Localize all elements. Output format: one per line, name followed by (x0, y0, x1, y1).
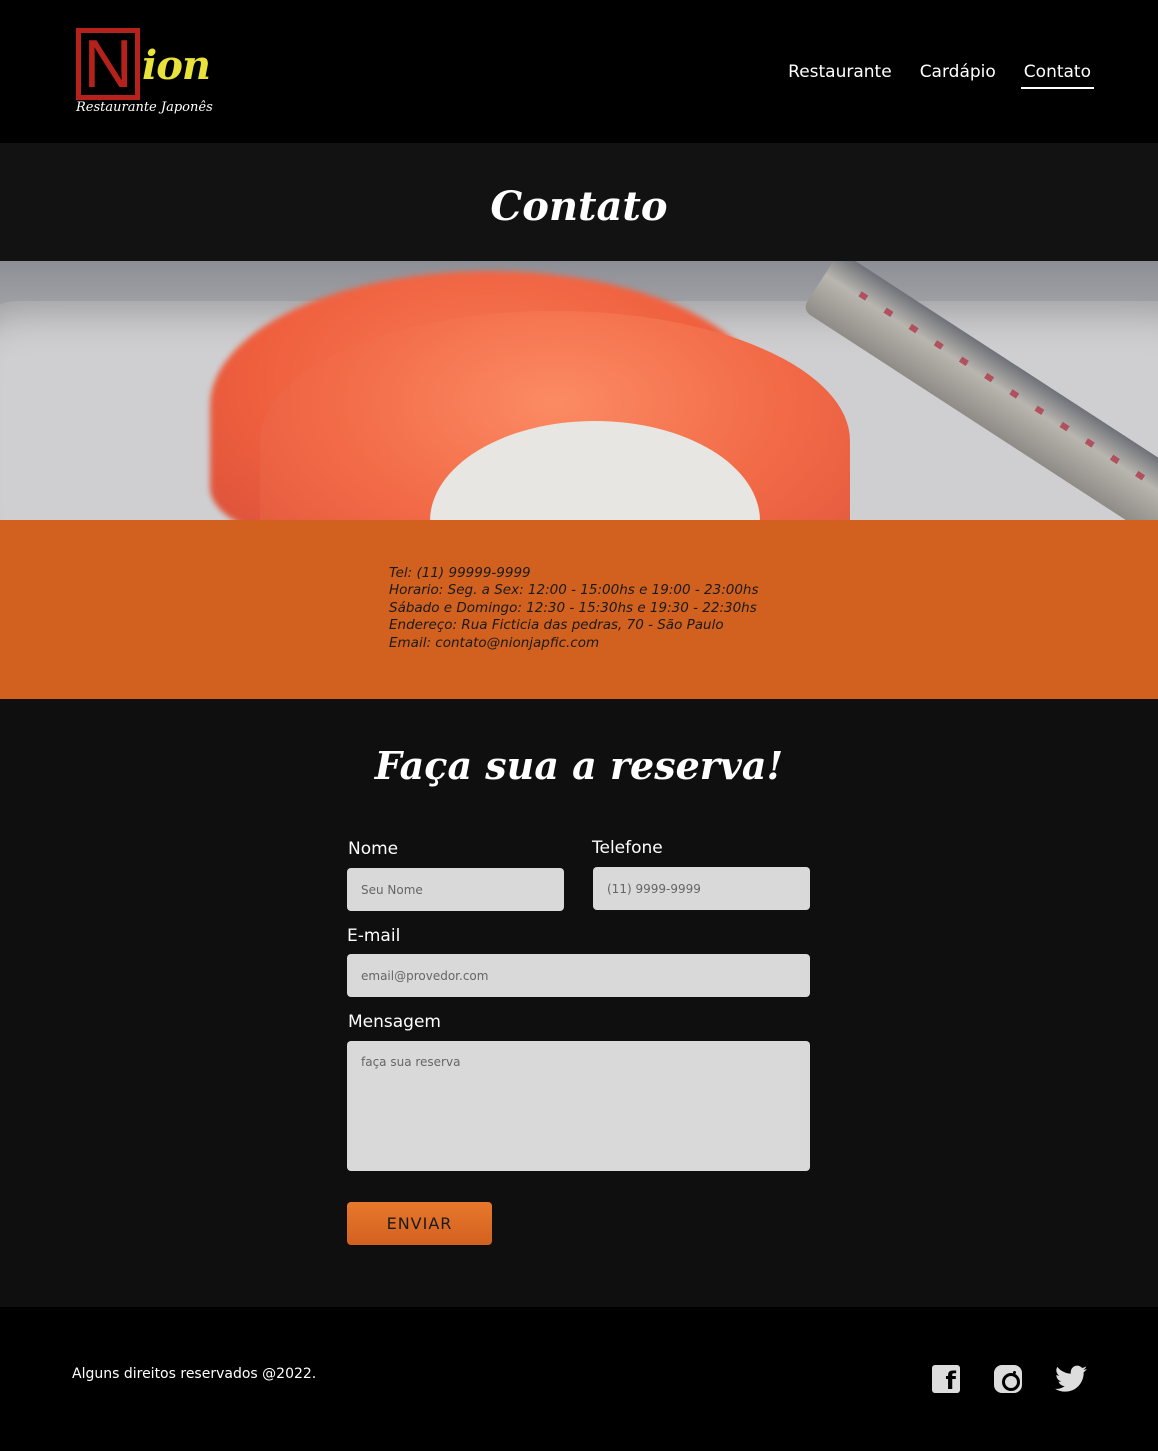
site-footer: Alguns direitos reservados @2022. f (0, 1307, 1158, 1451)
twitter-icon[interactable] (1055, 1365, 1087, 1393)
email-input[interactable] (347, 954, 810, 997)
nav-contato[interactable]: Contato (1020, 60, 1094, 89)
info-hours-weekend: Sábado e Domingo: 12:30 - 15:30hs e 19:3… (389, 599, 757, 616)
logo-text: ion (142, 42, 211, 89)
page-title: Contato (490, 183, 668, 230)
logo-subtitle: Restaurante Japonês (76, 100, 213, 115)
nav-cardapio[interactable]: Cardápio (917, 60, 999, 89)
contact-info: Tel: (11) 99999-9999 Horario: Seg. a Sex… (389, 565, 759, 652)
message-textarea[interactable] (347, 1041, 810, 1171)
phone-input[interactable] (593, 867, 810, 910)
email-label: E-mail (347, 926, 401, 946)
title-band: Contato (0, 143, 1158, 261)
contact-info-band: Tel: (11) 99999-9999 Horario: Seg. a Sex… (0, 520, 1158, 699)
copyright-text: Alguns direitos reservados @2022. (72, 1366, 317, 1382)
logo-letter: N (83, 26, 133, 102)
instagram-icon[interactable] (994, 1365, 1022, 1393)
info-hours-weekday: Horario: Seg. a Sex: 12:00 - 15:00hs e 1… (389, 582, 759, 599)
reservation-section: Faça sua a reserva! Nome Telefone E-mail… (0, 699, 1158, 1307)
info-email: Email: contato@nionjapfic.com (389, 634, 600, 651)
info-address: Endereço: Rua Ficticia das pedras, 70 - … (389, 617, 724, 634)
name-label: Nome (348, 839, 399, 859)
main-nav: Restaurante Cardápio Contato (785, 60, 1094, 89)
hero-image (0, 261, 1158, 520)
site-header: N ion Restaurante Japonês Restaurante Ca… (0, 0, 1158, 143)
info-phone: Tel: (11) 99999-9999 (389, 565, 531, 581)
nav-restaurante[interactable]: Restaurante (785, 60, 895, 89)
facebook-icon[interactable]: f (932, 1365, 960, 1395)
send-button[interactable]: ENVIAR (347, 1202, 492, 1245)
name-input[interactable] (347, 868, 564, 911)
message-label: Mensagem (348, 1012, 441, 1032)
logo[interactable]: N ion Restaurante Japonês (76, 28, 226, 123)
phone-label: Telefone (592, 838, 663, 858)
reservation-title: Faça sua a reserva! (374, 743, 784, 788)
